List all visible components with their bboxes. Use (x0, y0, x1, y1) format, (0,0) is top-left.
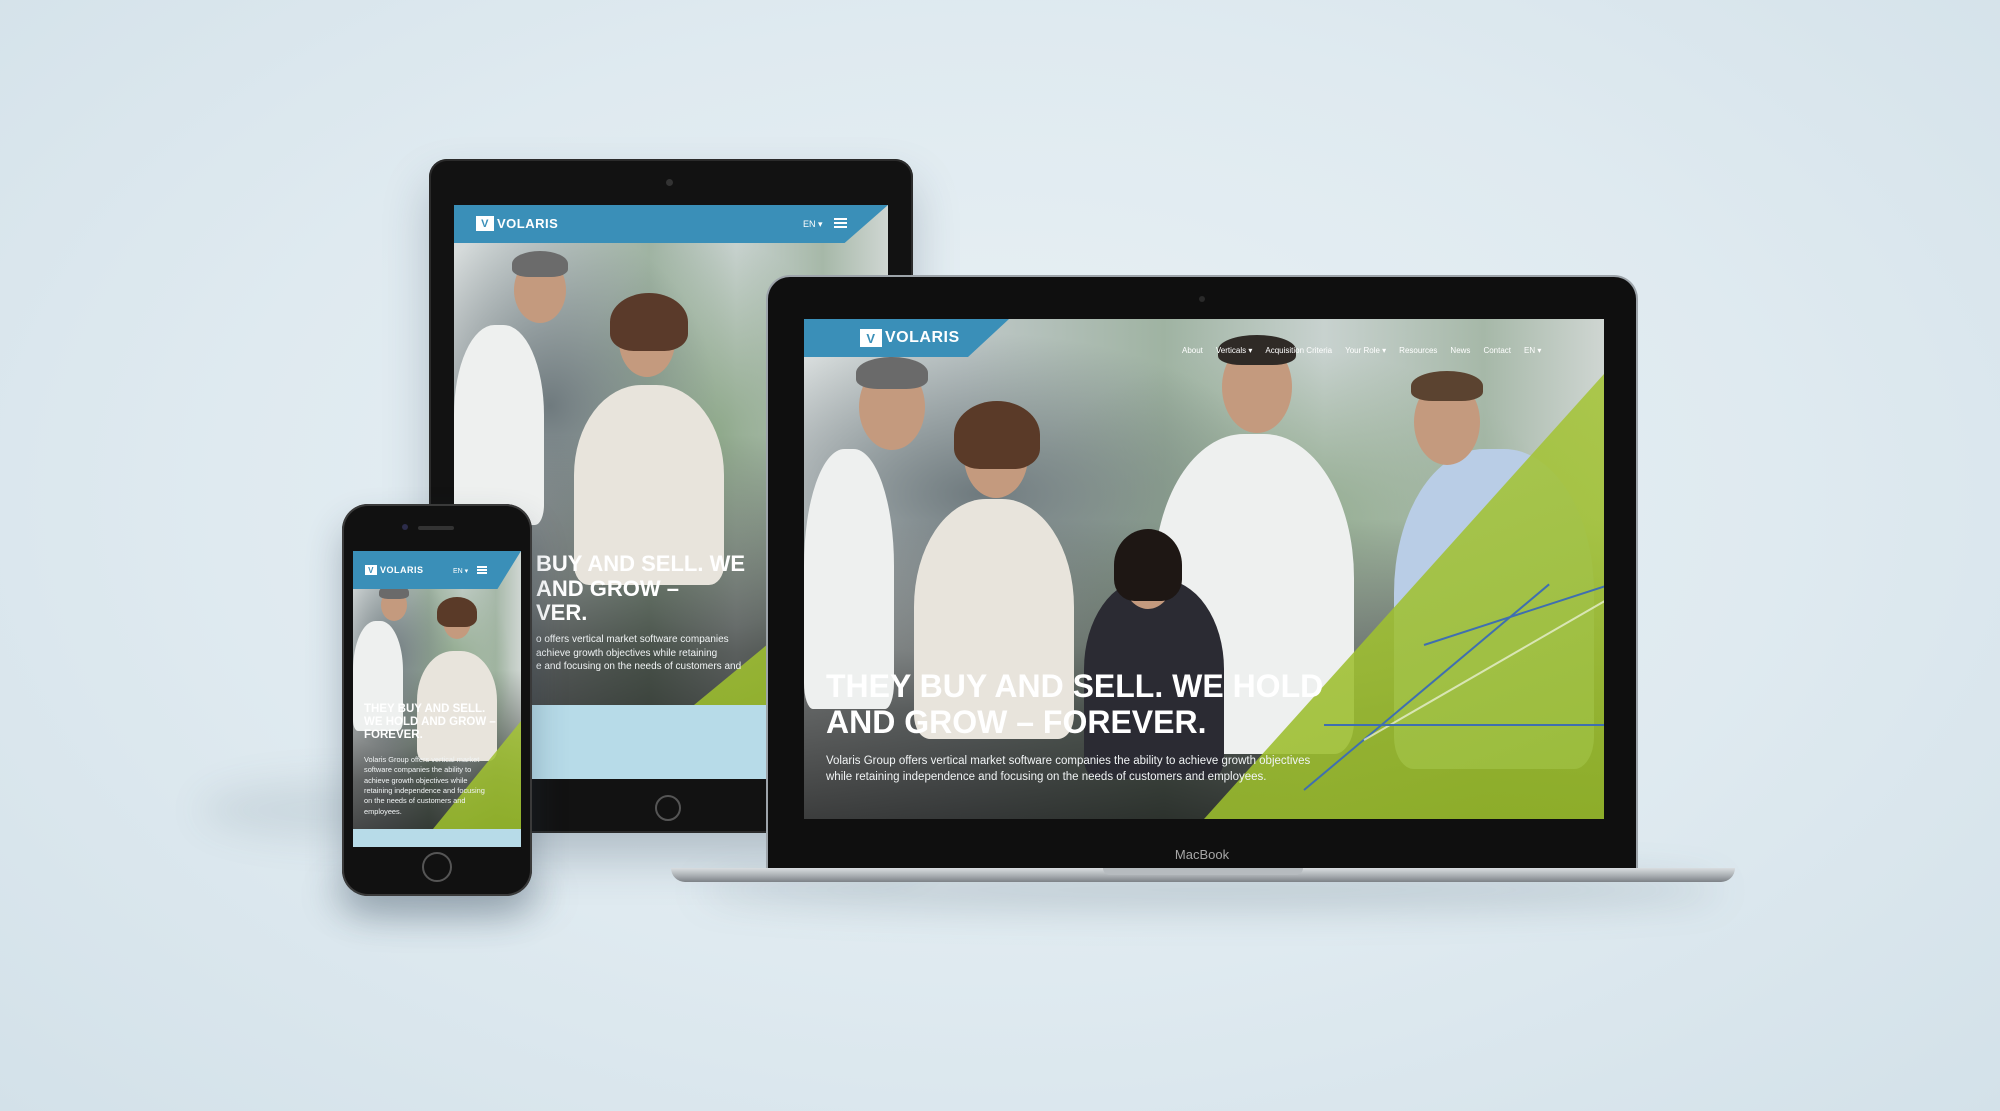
nav-item-about[interactable]: About (1182, 346, 1203, 355)
hero-desc-line: employees. (364, 806, 402, 816)
tablet-home-button[interactable] (655, 795, 681, 821)
logo-mark-icon: V (860, 329, 882, 347)
volaris-logo[interactable]: V VOLARIS (365, 565, 424, 575)
hero-title-line: AND GROW – (536, 575, 679, 601)
laptop-screen: V VOLARIS About Verticals ▾ Acquisition … (804, 319, 1604, 819)
person-hair (437, 597, 477, 627)
main-nav: About Verticals ▾ Acquisition Criteria Y… (1182, 346, 1541, 355)
decorative-line (1324, 724, 1604, 726)
laptop-camera (1199, 296, 1205, 302)
hero-desc-line: while retaining independence and focusin… (826, 770, 1267, 783)
hamburger-menu-icon[interactable] (477, 566, 487, 574)
person-hair (610, 293, 688, 351)
person-hair (856, 357, 928, 389)
phone-home-button[interactable] (422, 852, 452, 882)
person-hair (512, 251, 568, 277)
hero-title: THEY BUY AND SELL. WE HOLD AND GROW – FO… (364, 703, 496, 742)
laptop-device: V VOLARIS About Verticals ▾ Acquisition … (768, 277, 1636, 870)
language-selector[interactable]: EN ▾ (453, 567, 468, 575)
hero-desc-line: e and focusing on the needs of customers… (536, 661, 742, 672)
hero-desc-line: Volaris Group offers vertical market (364, 755, 480, 764)
person-hair (1411, 371, 1483, 401)
laptop-notch (1103, 868, 1303, 875)
phone-screen: V VOLARIS EN ▾ THEY BUY AND SELL. WE HOL… (353, 551, 521, 847)
laptop-brand-label: MacBook (1174, 847, 1230, 862)
logo-text: VOLARIS (885, 329, 960, 346)
volaris-logo[interactable]: V VOLARIS (476, 216, 558, 231)
content-band (353, 829, 521, 847)
hero-title-line: THEY BUY AND SELL. (364, 703, 486, 715)
tablet-camera (666, 179, 673, 186)
hero-title-line: AND GROW – FOREVER. (826, 703, 1207, 740)
logo-text: VOLARIS (497, 216, 559, 231)
hero-desc-line: retaining independence and focusing (364, 786, 485, 796)
hero-title: BUY AND SELL. WE AND GROW – VER. (536, 551, 746, 626)
volaris-logo[interactable]: V VOLARIS (860, 329, 960, 347)
hero-description: o offers vertical market software compan… (536, 633, 741, 674)
phone-speaker (418, 526, 454, 530)
nav-item-acquisition-criteria[interactable]: Acquisition Criteria (1265, 346, 1332, 355)
hero-title-line: THEY BUY AND SELL. WE HOLD (826, 668, 1324, 704)
hero-desc-line: achieve growth objectives while (364, 775, 468, 785)
nav-item-verticals[interactable]: Verticals ▾ (1216, 346, 1252, 355)
phone-device: V VOLARIS EN ▾ THEY BUY AND SELL. WE HOL… (342, 504, 532, 896)
logo-mark-icon: V (476, 216, 494, 231)
logo-text: VOLARIS (380, 565, 424, 575)
hero-desc-line: achieve growth objectives while retainin… (536, 647, 718, 659)
person-figure (454, 325, 544, 525)
hero-desc-line: o offers vertical market software compan… (536, 634, 729, 645)
hero-desc-line: on the needs of customers and (364, 796, 466, 806)
hero-desc-line: Volaris Group offers vertical market sof… (826, 755, 1311, 767)
hero-title: THEY BUY AND SELL. WE HOLD AND GROW – FO… (826, 668, 1324, 741)
hero-title-line: BUY AND SELL. WE (536, 551, 746, 576)
person-hair (954, 401, 1040, 469)
hamburger-menu-icon[interactable] (834, 218, 847, 228)
hero-desc-line: software companies the ability to (364, 765, 472, 775)
hero-title-line: WE HOLD AND GROW – (364, 715, 496, 728)
nav-item-language[interactable]: EN ▾ (1524, 346, 1541, 355)
logo-mark-icon: V (365, 565, 377, 575)
person-hair (1114, 529, 1182, 601)
hero-description: Volaris Group offers vertical market sof… (826, 754, 1310, 785)
nav-item-your-role[interactable]: Your Role ▾ (1345, 346, 1386, 355)
phone-camera (402, 524, 408, 530)
hero-title-line: FOREVER. (364, 728, 423, 741)
nav-item-resources[interactable]: Resources (1399, 346, 1437, 355)
nav-item-contact[interactable]: Contact (1483, 346, 1511, 355)
nav-item-news[interactable]: News (1450, 346, 1470, 355)
hero-title-line: VER. (536, 600, 588, 626)
language-selector[interactable]: EN ▾ (803, 219, 823, 230)
hero-description: Volaris Group offers vertical market sof… (364, 755, 485, 817)
